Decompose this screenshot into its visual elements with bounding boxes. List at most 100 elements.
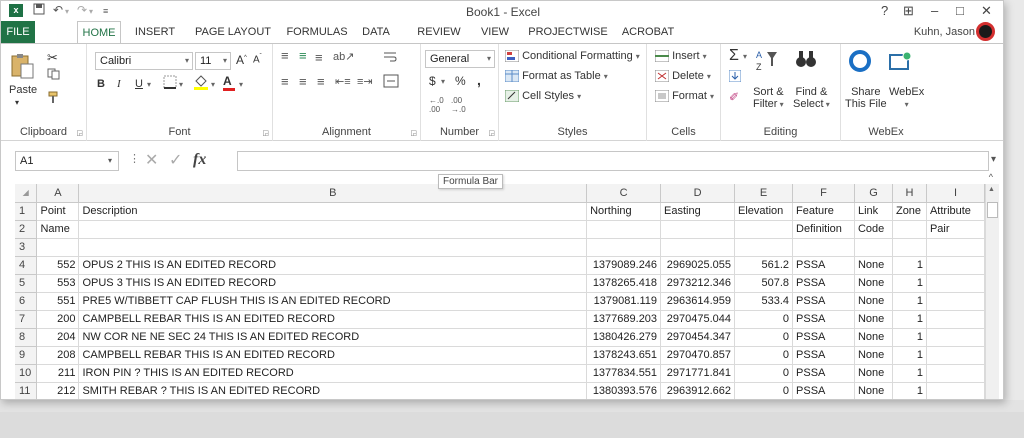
user-name[interactable]: Kuhn, Jason [914, 26, 975, 38]
cell[interactable] [926, 382, 985, 399]
tab-insert[interactable]: INSERT [129, 21, 181, 43]
cell[interactable]: None [854, 310, 893, 329]
tab-projectwise[interactable]: PROJECTWISE [527, 21, 609, 43]
cell[interactable] [926, 256, 985, 275]
cell[interactable]: 2971771.841 [660, 364, 736, 383]
row-header[interactable]: 9 [15, 346, 38, 365]
cell[interactable]: 2970454.347 [660, 328, 736, 347]
cell[interactable]: 0 [734, 346, 794, 365]
autosum-dropdown-icon[interactable]: ▾ [743, 52, 747, 61]
currency-dropdown-icon[interactable]: ▾ [441, 77, 445, 86]
row-header[interactable]: 10 [15, 364, 38, 383]
tab-acrobat[interactable]: ACROBAT [617, 21, 679, 43]
cell[interactable]: 561.2 [734, 256, 794, 275]
autosum-icon[interactable]: Σ [729, 47, 739, 65]
scroll-up-icon[interactable]: ▲ [988, 186, 995, 193]
cell[interactable]: Northing [586, 202, 662, 221]
format-painter-icon[interactable] [47, 90, 61, 107]
cell[interactable]: 208 [36, 346, 80, 365]
paste-button[interactable] [9, 52, 35, 80]
cell[interactable] [734, 220, 794, 239]
underline-button[interactable]: U [135, 78, 143, 90]
align-left-icon[interactable]: ≡ [281, 74, 289, 89]
insert-function-icon[interactable]: fx [193, 151, 206, 169]
cell[interactable]: Attribute [926, 202, 985, 221]
cell[interactable]: PSSA [792, 274, 855, 293]
binoculars-icon[interactable] [795, 48, 817, 73]
minimize-button[interactable]: – [931, 3, 938, 18]
cell[interactable] [660, 220, 736, 239]
enter-icon[interactable]: ✓ [169, 150, 182, 170]
borders-icon[interactable] [163, 75, 177, 92]
more-options-icon[interactable]: ⋮ [129, 152, 140, 165]
column-header-f[interactable]: F [792, 184, 855, 203]
cell[interactable]: 553 [36, 274, 80, 293]
fill-icon[interactable] [728, 69, 742, 85]
row-header[interactable]: 2 [15, 220, 38, 239]
cell[interactable]: 533.4 [734, 292, 794, 311]
cell[interactable] [926, 274, 985, 293]
cancel-icon[interactable]: ✕ [145, 150, 158, 170]
sort-filter-button[interactable]: Sort & Filter ▾ [753, 86, 784, 111]
increase-font-icon[interactable]: A^ [236, 53, 247, 67]
orientation-icon[interactable]: ab↗ [333, 50, 354, 63]
help-button[interactable]: ? [881, 3, 888, 18]
format-as-table-button[interactable]: Format as Table ▾ [505, 70, 608, 83]
cell[interactable]: None [854, 346, 893, 365]
ribbon-display-options-button[interactable]: ⊞ [903, 3, 914, 19]
maximize-button[interactable]: □ [956, 3, 964, 18]
cell[interactable] [734, 238, 794, 257]
cell[interactable]: NW COR NE NE SEC 24 THIS IS AN EDITED RE… [78, 328, 588, 347]
cell[interactable]: CAMPBELL REBAR THIS IS AN EDITED RECORD [78, 310, 588, 329]
cell[interactable]: 1 [892, 292, 927, 311]
cell[interactable]: 1 [892, 256, 927, 275]
cell[interactable]: None [854, 364, 893, 383]
wrap-text-icon[interactable] [383, 50, 397, 67]
cell[interactable]: 1379081.119 [586, 292, 662, 311]
cell[interactable]: 2963614.959 [660, 292, 736, 311]
percent-button[interactable]: % [455, 74, 466, 88]
tab-page-layout[interactable]: PAGE LAYOUT [189, 21, 277, 43]
cell[interactable]: 211 [36, 364, 80, 383]
column-header-h[interactable]: H [892, 184, 927, 203]
cell[interactable] [854, 238, 893, 257]
decrease-indent-icon[interactable]: ⇤≡ [335, 75, 351, 88]
cell[interactable]: Link [854, 202, 893, 221]
select-all-corner[interactable]: ◢ [15, 184, 38, 203]
cell[interactable] [926, 346, 985, 365]
cell[interactable]: Description [78, 202, 588, 221]
cell[interactable]: SMITH REBAR ? THIS IS AN EDITED RECORD [78, 382, 588, 399]
cell[interactable]: 2970475.044 [660, 310, 736, 329]
cell[interactable]: 1378243.651 [586, 346, 662, 365]
fill-color-icon[interactable] [193, 73, 209, 94]
decrease-decimal-icon[interactable]: .00 →.0 [451, 96, 466, 114]
cell[interactable]: 1 [892, 328, 927, 347]
font-name-select[interactable]: Calibri ▾ [95, 52, 193, 70]
tab-formulas[interactable]: FORMULAS [285, 21, 349, 43]
webex-button[interactable]: WebEx ▾ [889, 86, 924, 111]
cell[interactable]: Easting [660, 202, 736, 221]
cell[interactable]: 1379089.246 [586, 256, 662, 275]
font-color-icon[interactable]: A [223, 74, 235, 91]
cell[interactable]: None [854, 328, 893, 347]
cell[interactable]: 1377689.203 [586, 310, 662, 329]
cell[interactable]: IRON PIN ? THIS IS AN EDITED RECORD [78, 364, 588, 383]
clipboard-launcher-icon[interactable]: ◲ [76, 129, 83, 137]
cell[interactable] [926, 328, 985, 347]
cell[interactable]: OPUS 2 THIS IS AN EDITED RECORD [78, 256, 588, 275]
column-header-d[interactable]: D [660, 184, 736, 203]
italic-button[interactable]: I [117, 78, 121, 90]
cell[interactable]: Definition [792, 220, 855, 239]
cell[interactable]: OPUS 3 THIS IS AN EDITED RECORD [78, 274, 588, 293]
number-launcher-icon[interactable]: ◲ [488, 129, 495, 137]
cell[interactable]: PSSA [792, 364, 855, 383]
cell[interactable]: None [854, 256, 893, 275]
cell[interactable]: 1 [892, 346, 927, 365]
cell[interactable]: CAMPBELL REBAR THIS IS AN EDITED RECORD [78, 346, 588, 365]
column-header-c[interactable]: C [586, 184, 662, 203]
cell[interactable] [926, 238, 985, 257]
top-align-icon[interactable]: ≡ [281, 48, 289, 63]
increase-decimal-icon[interactable]: ←.0.00 [429, 96, 444, 114]
bold-button[interactable]: B [97, 78, 105, 90]
close-button[interactable]: ✕ [981, 3, 992, 19]
